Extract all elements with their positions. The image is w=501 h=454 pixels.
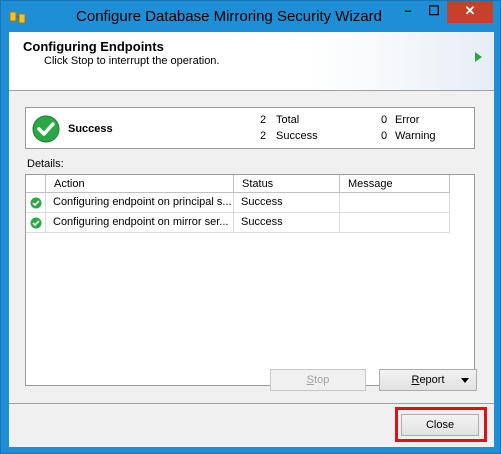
wizard-window: Configure Database Mirroring Security Wi… <box>0 0 501 454</box>
table-row[interactable]: Configuring endpoint on principal s... S… <box>26 193 474 213</box>
page-title: Configuring Endpoints <box>23 39 164 54</box>
warning-label: Warning <box>395 130 436 142</box>
row-status: Success <box>234 213 340 233</box>
row-icon-cell <box>26 193 46 213</box>
row-icon-cell <box>26 213 46 233</box>
row-message <box>340 193 450 213</box>
success-check-icon <box>32 115 60 143</box>
success-count: 2 <box>260 130 267 142</box>
grid-header: Action Status Message <box>26 175 474 193</box>
table-row[interactable]: Configuring endpoint on mirror ser... Su… <box>26 213 474 233</box>
details-grid[interactable]: Action Status Message Configuring endpoi… <box>25 174 475 386</box>
footer-divider <box>9 403 494 404</box>
title-bar[interactable]: Configure Database Mirroring Security Wi… <box>1 1 500 32</box>
column-header-message[interactable]: Message <box>340 175 450 193</box>
warning-count: 0 <box>381 130 388 142</box>
header-icon-column <box>26 175 46 193</box>
row-message <box>340 213 450 233</box>
window-close-button[interactable]: ✕ <box>447 1 493 23</box>
report-button-label: eport <box>419 374 445 386</box>
minimize-button[interactable]: – <box>395 1 421 23</box>
success-check-icon <box>30 217 42 229</box>
row-action: Configuring endpoint on mirror ser... <box>46 213 234 233</box>
stop-button-label: top <box>314 374 330 386</box>
report-button[interactable]: Report <box>379 369 477 391</box>
stop-button[interactable]: Stop <box>270 369 366 391</box>
details-label: Details: <box>27 158 64 170</box>
arrow-right-icon <box>475 52 482 62</box>
error-count: 0 <box>381 114 388 126</box>
status-text: Success <box>68 123 113 135</box>
total-label: Total <box>276 114 300 126</box>
column-header-action[interactable]: Action <box>46 175 234 193</box>
window-title: Configure Database Mirroring Security Wi… <box>76 8 382 25</box>
row-status: Success <box>234 193 340 213</box>
page-subtitle: Click Stop to interrupt the operation. <box>44 55 220 67</box>
success-label: Success <box>276 130 318 142</box>
chevron-down-icon <box>461 378 469 383</box>
row-action: Configuring endpoint on principal s... <box>46 193 234 213</box>
status-summary-panel: Success 2 Total 2 Success 0 Error 0 Warn… <box>25 107 475 149</box>
maximize-button[interactable]: ☐ <box>421 1 447 23</box>
success-check-icon <box>30 197 42 209</box>
total-count: 2 <box>260 114 267 126</box>
error-label: Error <box>395 114 420 126</box>
close-button[interactable]: Close <box>401 414 479 436</box>
wizard-header: Configuring Endpoints Click Stop to inte… <box>9 32 494 91</box>
header-banner <box>309 32 494 90</box>
stop-button-mnemonic: S <box>306 374 315 386</box>
column-header-status[interactable]: Status <box>234 175 340 193</box>
wizard-client-area: Configuring Endpoints Click Stop to inte… <box>9 32 494 447</box>
